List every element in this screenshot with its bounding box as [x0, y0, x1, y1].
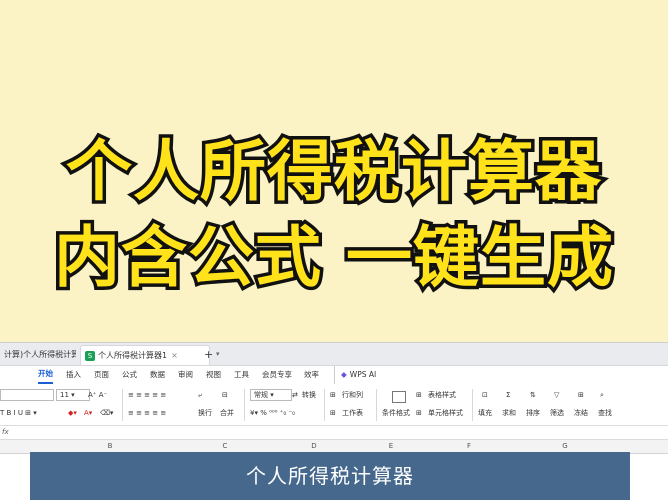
wrap-text-icon[interactable]: ⤶: [198, 389, 202, 401]
row-column-button[interactable]: 行和列: [342, 389, 363, 401]
table-style-button[interactable]: 表格样式: [428, 389, 456, 401]
tab-current-document[interactable]: S 个人所得税计算器1 ×: [80, 345, 210, 365]
conditional-format-button[interactable]: 条件格式: [382, 407, 410, 419]
chevron-down-icon[interactable]: ▾: [216, 345, 220, 364]
sum-icon[interactable]: Σ: [506, 389, 510, 401]
sort-button[interactable]: 排序: [526, 407, 540, 419]
wps-ai-button[interactable]: ◆ WPS AI: [334, 366, 376, 384]
horizontal-align-icons[interactable]: ≡ ≡ ≡ ≡ ≡: [128, 407, 166, 419]
filter-icon[interactable]: ▽: [554, 389, 559, 401]
divider: [376, 389, 377, 421]
freeze-icon[interactable]: ⊞: [578, 389, 584, 401]
font-size-value: 11: [60, 391, 69, 399]
menu-page[interactable]: 页面: [94, 366, 109, 384]
merge-cells-icon[interactable]: ⊟: [222, 389, 228, 401]
menu-data[interactable]: 数据: [150, 366, 165, 384]
text-format-icons[interactable]: T B I U ⊞ ▾: [0, 407, 37, 419]
conditional-format-icon[interactable]: [392, 391, 406, 403]
cell-style-button[interactable]: 单元格样式: [428, 407, 463, 419]
font-family-select[interactable]: [0, 389, 54, 401]
table-style-icon[interactable]: ⊞: [416, 389, 422, 401]
close-icon[interactable]: ×: [171, 351, 178, 360]
tab-previous-document[interactable]: 计算)个人所得税计算器×: [0, 345, 76, 364]
worksheet-icon[interactable]: ⊞: [330, 407, 336, 419]
sparkle-icon: ◆: [341, 370, 347, 379]
band-title: 个人所得税计算器: [246, 464, 414, 488]
fill-color-icon[interactable]: ◆▾: [68, 407, 77, 419]
clear-format-icon[interactable]: ⌫▾: [100, 407, 113, 419]
headline-line-1: 个人所得税计算器: [63, 130, 605, 214]
number-format-icons[interactable]: ¥▾ % ⁰⁰⁰ ⁺₀ ⁻₀: [250, 407, 295, 419]
font-grow-icon[interactable]: A⁺ A⁻: [88, 389, 107, 401]
filter-button[interactable]: 筛选: [550, 407, 564, 419]
sort-icon[interactable]: ⇅: [530, 389, 536, 401]
sum-button[interactable]: 求和: [502, 407, 516, 419]
formula-bar[interactable]: fx: [0, 426, 668, 440]
menu-member[interactable]: 会员专享: [262, 366, 292, 384]
menu-home[interactable]: 开始: [38, 366, 53, 384]
new-tab-button[interactable]: +: [204, 345, 213, 364]
convert-button[interactable]: 转换: [302, 389, 316, 401]
tab-label: 计算)个人所得税计算器: [4, 350, 76, 359]
fill-icon[interactable]: ⊡: [482, 389, 488, 401]
menu-insert[interactable]: 插入: [66, 366, 81, 384]
promo-banner: 个人所得税计算器 内含公式 一键生成: [0, 0, 668, 340]
divider: [324, 389, 325, 421]
number-format-select[interactable]: 常规 ▾: [250, 389, 292, 401]
menu-review[interactable]: 审阅: [178, 366, 193, 384]
ribbon-toolbar: 11 ▾ A⁺ A⁻ T B I U ⊞ ▾ ◆▾ A▾ ⌫▾ ≡ ≡ ≡ ≡ …: [0, 385, 668, 426]
search-icon[interactable]: ⌕: [600, 389, 604, 401]
spreadsheet-icon: S: [85, 350, 95, 361]
ribbon-menu-bar: 开始 插入 页面 公式 数据 审阅 视图 工具 会员专享 效率 ◆ WPS AI: [0, 366, 668, 384]
wrap-text-button[interactable]: 换行: [198, 407, 212, 419]
merge-cells-button[interactable]: 合并: [220, 407, 234, 419]
divider: [244, 389, 245, 421]
title-band: 个人所得税计算器: [30, 452, 630, 500]
menu-view[interactable]: 视图: [206, 366, 221, 384]
divider: [472, 389, 473, 421]
menu-tools[interactable]: 工具: [234, 366, 249, 384]
fill-button[interactable]: 填充: [478, 407, 492, 419]
vertical-align-icons[interactable]: ≡ ≡ ≡ ≡ ≡: [128, 389, 166, 401]
font-color-icon[interactable]: A▾: [84, 407, 92, 419]
number-format-value: 常规: [254, 391, 268, 399]
font-size-select[interactable]: 11 ▾: [56, 389, 90, 401]
wps-ai-label: WPS AI: [349, 370, 377, 379]
cell-style-icon[interactable]: ⊞: [416, 407, 422, 419]
tab-label: 个人所得税计算器1: [98, 351, 168, 360]
find-button[interactable]: 查找: [598, 407, 612, 419]
divider: [122, 389, 123, 421]
fx-icon: fx: [2, 428, 9, 436]
menu-formula[interactable]: 公式: [122, 366, 137, 384]
headline-line-2: 内含公式 一键生成: [51, 216, 617, 300]
menu-efficiency[interactable]: 效率: [304, 366, 319, 384]
convert-icon[interactable]: ⇄: [292, 389, 298, 401]
row-column-icon[interactable]: ⊞: [330, 389, 336, 401]
document-tab-bar: 计算)个人所得税计算器× S个人所得税计算器1× + ▾: [0, 343, 668, 366]
worksheet-button[interactable]: 工作表: [342, 407, 363, 419]
freeze-button[interactable]: 冻结: [574, 407, 588, 419]
